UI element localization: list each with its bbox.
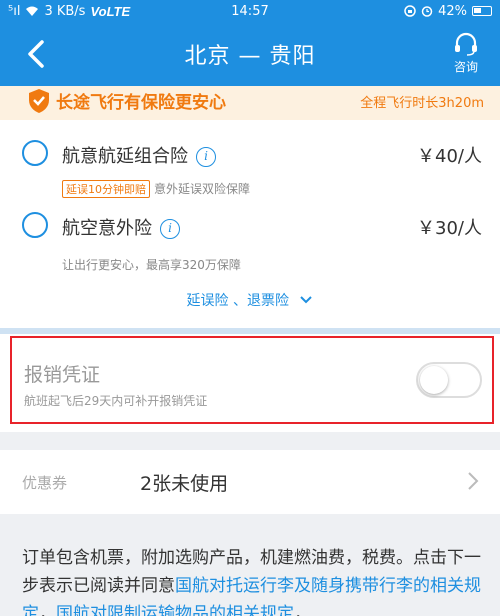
restricted-items-link[interactable]: 国航对限制运输物品的相关规定 <box>56 604 294 616</box>
info-icon[interactable]: i <box>160 219 180 239</box>
notes-line1: 订单包含机票，附加选购产品，机建燃油费，税费。 <box>22 548 413 568</box>
more-insurance-label: 延误险 、退票险 <box>186 293 289 309</box>
receipt-section: 报销凭证 航班起飞后29天内可补开报销凭证 <box>0 334 500 432</box>
receipt-subtitle: 航班起飞后29天内可补开报销凭证 <box>24 394 208 408</box>
battery-icon <box>472 6 492 16</box>
alarm-icon <box>421 6 433 17</box>
flight-duration: 全程飞行时长3h20m <box>360 96 484 111</box>
toggle-knob <box>420 366 448 394</box>
notes-suffix: ， <box>294 604 311 616</box>
insurance-desc: 让出行更安心，最高享320万保障 <box>62 258 241 272</box>
coupon-value: 2张未使用 <box>140 473 229 495</box>
back-button[interactable] <box>22 36 52 72</box>
insurance-name: 航空意外险 <box>62 218 152 239</box>
wifi-icon <box>26 6 39 16</box>
insurance-price: ￥30/人 <box>417 218 482 239</box>
insurance-option-combo[interactable]: 航意航延组合险 i ￥40/人 <box>0 134 500 170</box>
insurance-name: 航意航延组合险 <box>62 146 188 167</box>
consult-button[interactable]: 咨询 <box>450 32 482 75</box>
receipt-toggle[interactable] <box>416 362 482 398</box>
notes-separator: ， <box>39 604 56 616</box>
insurance-desc: 延误10分钟即赔 意外延误双险保障 <box>62 180 250 198</box>
insurance-price: ￥40/人 <box>417 146 482 167</box>
insurance-desc-text: 意外延误双险保障 <box>154 182 251 196</box>
chevron-left-icon <box>28 40 44 68</box>
order-notes: 订单包含机票，附加选购产品，机建燃油费，税费。点击下一步表示已阅读并同意国航对托… <box>0 530 500 616</box>
consult-label: 咨询 <box>453 60 478 74</box>
more-insurance-link[interactable]: 延误险 、退票险 <box>0 290 500 310</box>
insurance-options: 航意航延组合险 i ￥40/人 延误10分钟即赔 意外延误双险保障 航空意外险 i ￥… <box>0 120 500 328</box>
receipt-title: 报销凭证 <box>24 364 101 386</box>
radio-button[interactable] <box>22 212 48 238</box>
volte-label: VoLTE <box>90 3 131 19</box>
headset-icon <box>455 32 477 56</box>
promo-tag: 延误10分钟即赔 <box>62 180 150 198</box>
page-title: 北京 — 贵阳 <box>184 44 316 69</box>
battery-percent: 42% <box>438 3 467 19</box>
info-icon[interactable]: i <box>196 147 216 167</box>
receipt-highlight-box: 报销凭证 航班起飞后29天内可补开报销凭证 <box>10 336 494 424</box>
radio-button[interactable] <box>22 140 48 166</box>
chevron-right-icon <box>468 472 479 490</box>
coupon-row[interactable]: 优惠券 2张未使用 <box>0 450 500 514</box>
network-speed: 3 KB/s <box>44 3 86 19</box>
signal-icon: ⁵ıl <box>8 3 21 19</box>
insurance-banner: 长途飞行有保险更安心 全程飞行时长3h20m <box>0 86 500 120</box>
chevron-down-icon <box>300 296 313 304</box>
banner-text: 长途飞行有保险更安心 <box>56 93 226 113</box>
shield-icon <box>29 89 49 113</box>
status-bar: ⁵ıl 3 KB/s VoLTE 14:57 42% <box>0 0 500 22</box>
vpn-lock-icon <box>404 5 416 17</box>
insurance-option-accident[interactable]: 航空意外险 i ￥30/人 <box>0 206 500 242</box>
coupon-label: 优惠券 <box>22 474 68 492</box>
nav-bar: 北京 — 贵阳 咨询 <box>0 22 500 86</box>
